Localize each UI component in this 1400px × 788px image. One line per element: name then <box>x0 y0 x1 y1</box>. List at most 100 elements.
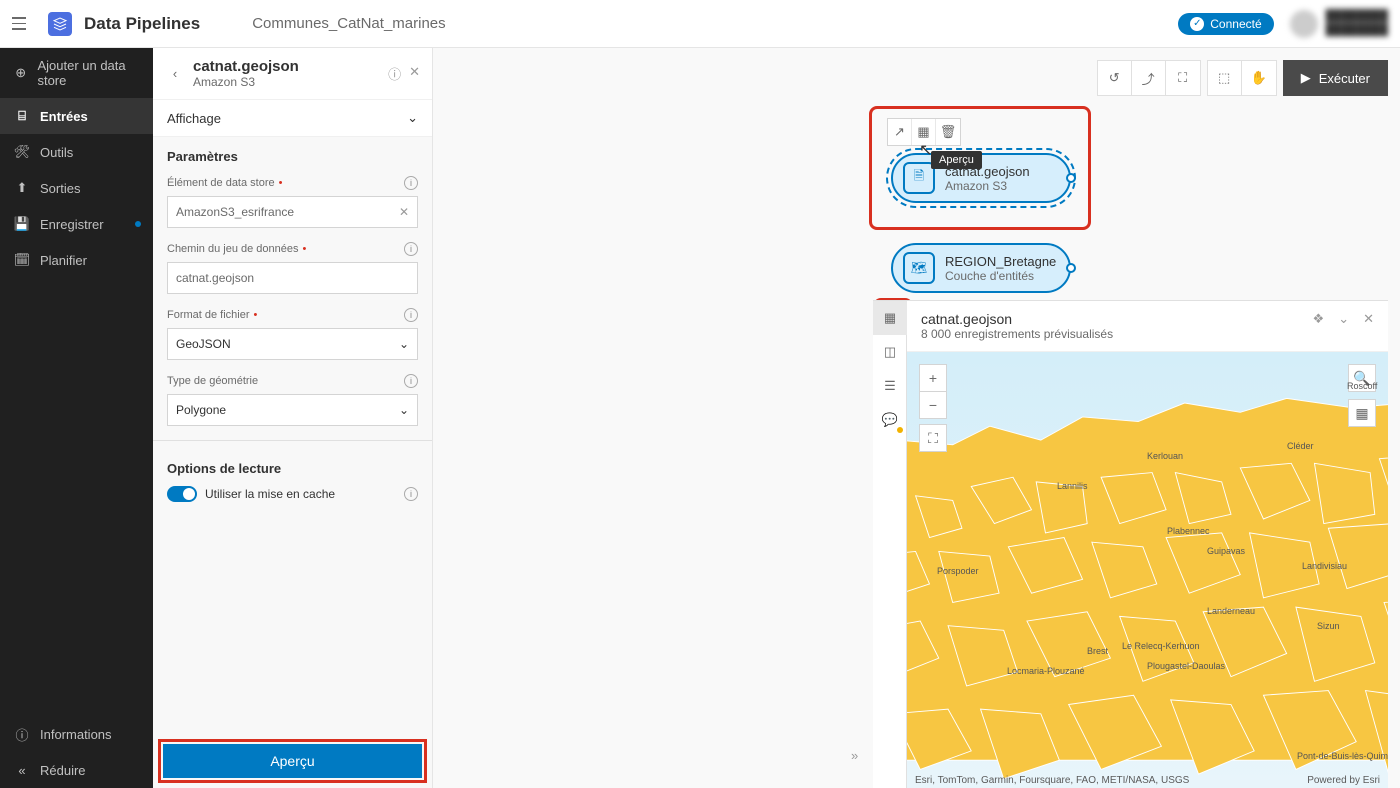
connected-badge[interactable]: ✓ Connecté <box>1178 13 1273 35</box>
node-region-bretagne[interactable]: 🗺 REGION_Bretagne Couche d'entités <box>891 243 1071 293</box>
share-icon[interactable]: ⤴ <box>1132 61 1166 95</box>
map-label: Plougastel-Daoulas <box>1147 662 1225 672</box>
map-preview[interactable]: + − ⛶ 🔍 ▦ TrébeurdenLannionRoscoffCovena… <box>907 352 1388 788</box>
map-label: Le Relecq-Kerhuon <box>1122 642 1200 652</box>
field-label: Format de fichier <box>167 309 250 321</box>
info-icon[interactable]: i <box>404 374 418 388</box>
chevron-down-icon: ⌄ <box>399 403 409 417</box>
select-value: GeoJSON <box>176 337 231 351</box>
sidebar-item-label: Sorties <box>40 181 80 196</box>
close-icon[interactable]: ✕ <box>1363 311 1374 327</box>
preview-tab-map[interactable]: ◫ <box>873 335 907 369</box>
field-label: Chemin du jeu de données <box>167 243 298 255</box>
map-label: Porspoder <box>937 567 979 577</box>
sidebar-item-label: Réduire <box>40 763 86 778</box>
geometry-select[interactable]: Polygone ⌄ <box>167 394 418 426</box>
unsaved-dot-icon <box>135 221 141 227</box>
info-icon: ⓘ <box>14 726 30 742</box>
pan-icon[interactable]: ✋ <box>1242 61 1276 95</box>
menu-hamburger-icon[interactable] <box>12 12 36 36</box>
sidebar-item-label: Outils <box>40 145 73 160</box>
chevrons-down-icon[interactable]: ⌄ <box>1338 311 1349 327</box>
details-panel: ‹ catnat.geojson Amazon S3 ⓘ ✕ Affichage… <box>153 48 433 788</box>
field-label: Type de géométrie <box>167 375 258 387</box>
close-icon[interactable]: ✕ <box>409 64 420 83</box>
canvas[interactable]: ↺ ⤴ ⛶ ⬚ ✋ ▶ Exécuter ↗ ▦ 🗑 ↖ Aperçu 🗎 <box>433 48 1400 788</box>
map-label: Lannilis <box>1057 482 1088 492</box>
sidebar-item-tools[interactable]: 🛠 Outils <box>0 134 153 170</box>
avatar <box>1290 10 1318 38</box>
sidebar-item-add-datastore[interactable]: ⊕ Ajouter un data store <box>0 48 153 98</box>
input-value: catnat.geojson <box>176 271 254 285</box>
zoom-in-button[interactable]: + <box>919 364 947 392</box>
zoom-extent-button[interactable]: ⛶ <box>919 424 947 452</box>
connected-label: Connecté <box>1210 17 1261 31</box>
node-port[interactable] <box>1066 173 1076 183</box>
layers-icon[interactable]: ❖ <box>1313 311 1325 327</box>
map-label: Pont-de-Buis-lès-Quimerch <box>1297 752 1388 762</box>
format-select[interactable]: GeoJSON ⌄ <box>167 328 418 360</box>
node-port[interactable] <box>1066 263 1076 273</box>
map-powered-by: Powered by Esri <box>1307 775 1380 786</box>
sidebar-item-outputs[interactable]: ⬆ Sorties <box>0 170 153 206</box>
storage-icon: ⌸ <box>14 108 30 124</box>
open-external-icon[interactable]: ↗ <box>888 119 912 145</box>
history-icon[interactable]: ↺ <box>1098 61 1132 95</box>
select-value: Polygone <box>176 403 226 417</box>
panel-subtitle: Amazon S3 <box>193 75 299 89</box>
execute-button[interactable]: ▶ Exécuter <box>1283 60 1388 96</box>
datastore-input[interactable]: AmazonS3_esrifrance ✕ <box>167 196 418 228</box>
section-label: Affichage <box>167 111 221 126</box>
sidebar-item-label: Informations <box>40 727 112 742</box>
field-label: Élément de data store <box>167 177 275 189</box>
trash-icon[interactable]: 🗑 <box>936 119 960 145</box>
info-icon[interactable]: i <box>404 308 418 322</box>
info-icon[interactable]: i <box>404 487 418 501</box>
expand-arrows-icon[interactable]: » <box>851 748 869 766</box>
layer-icon: 🗺 <box>903 252 935 284</box>
plus-circle-icon: ⊕ <box>14 65 27 81</box>
upload-icon: ⬆ <box>14 180 30 196</box>
map-label: Landivisiau <box>1302 562 1347 572</box>
user-name: ████████ <box>1326 10 1388 23</box>
app-logo-icon <box>48 12 72 36</box>
map-label: Cléder <box>1287 442 1314 452</box>
path-input[interactable]: catnat.geojson <box>167 262 418 294</box>
expand-icon[interactable]: ⛶ <box>1166 61 1200 95</box>
info-icon[interactable]: ⓘ <box>388 64 401 83</box>
basemap-button[interactable]: ▦ <box>1348 399 1376 427</box>
sidebar-item-label: Entrées <box>40 109 88 124</box>
user-menu[interactable]: ████████ ████████ <box>1290 10 1388 38</box>
sidebar-item-save[interactable]: 💾 Enregistrer <box>0 206 153 242</box>
section-display[interactable]: Affichage ⌄ <box>153 100 432 137</box>
options-heading: Options de lecture <box>167 461 418 476</box>
preview-tab-schema[interactable]: ☰ <box>873 369 907 403</box>
preview-tab-messages[interactable]: 💬 <box>873 403 907 437</box>
info-icon[interactable]: i <box>404 242 418 256</box>
sidebar-item-label: Enregistrer <box>40 217 104 232</box>
map-attribution: Esri, TomTom, Garmin, Foursquare, FAO, M… <box>915 775 1189 786</box>
node-subtitle: Amazon S3 <box>945 179 1030 193</box>
select-icon[interactable]: ⬚ <box>1208 61 1242 95</box>
back-button[interactable]: ‹ <box>165 64 185 84</box>
map-label: Brest <box>1087 647 1108 657</box>
cache-toggle[interactable] <box>167 486 197 502</box>
toggle-label: Utiliser la mise en cache <box>205 487 335 501</box>
sidebar-item-info[interactable]: ⓘ Informations <box>0 716 153 752</box>
cursor-icon: ↖ <box>919 140 932 160</box>
map-label: Kerlouan <box>1147 452 1183 462</box>
app-title: Data Pipelines <box>84 14 200 34</box>
preview-title: catnat.geojson <box>921 311 1113 327</box>
sidebar-item-schedule[interactable]: 🗓 Planifier <box>0 242 153 278</box>
wrench-icon: 🛠 <box>14 144 30 160</box>
info-icon[interactable]: i <box>404 176 418 190</box>
sidebar-item-label: Planifier <box>40 253 87 268</box>
execute-label: Exécuter <box>1319 71 1370 86</box>
zoom-out-button[interactable]: − <box>919 391 947 419</box>
map-label: Plabennec <box>1167 527 1210 537</box>
preview-button[interactable]: Aperçu <box>163 744 422 778</box>
sidebar-item-collapse[interactable]: « Réduire <box>0 752 153 788</box>
preview-tab-table[interactable]: ▦ <box>873 301 907 335</box>
clear-icon[interactable]: ✕ <box>399 205 409 219</box>
sidebar-item-inputs[interactable]: ⌸ Entrées <box>0 98 153 134</box>
